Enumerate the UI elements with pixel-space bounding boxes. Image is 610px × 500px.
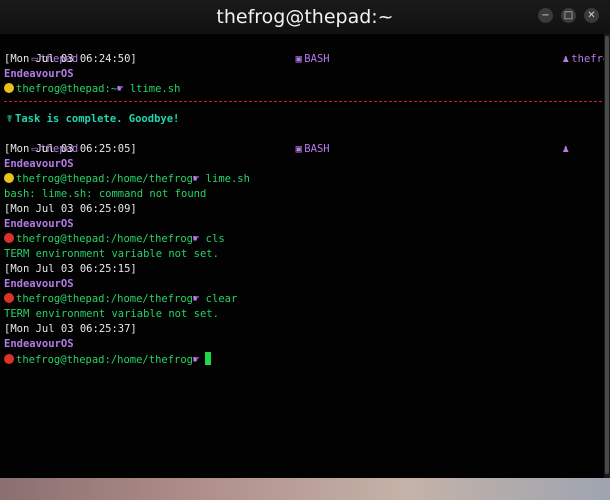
timestamp: [Mon Jul 03 06:25:05] <box>4 143 137 155</box>
command-text: cls <box>205 233 225 245</box>
smiley-icon <box>4 83 14 93</box>
timestamp: [Mon Jul 03 06:24:50] <box>4 53 137 65</box>
message-text: Task is complete. Goodbye! <box>15 113 180 125</box>
close-icon[interactable]: ✕ <box>584 8 599 23</box>
user-label: thefrog <box>571 53 604 66</box>
shell-indicator: ▣ BASH <box>268 37 330 65</box>
error-face-icon <box>4 233 14 243</box>
pointing-hand-icon: ☛ <box>117 83 130 95</box>
prompt-line: thefrog@thepad:/home/thefrog☛ lime.sh <box>4 172 250 187</box>
command-text: clear <box>205 293 238 305</box>
window-title: thefrog@thepad:~ <box>216 6 394 28</box>
user-icon: ♟ <box>562 143 569 156</box>
pointing-hand-icon: ☛ <box>193 354 200 366</box>
figure-icon: ☤ <box>6 113 13 125</box>
text-cursor[interactable] <box>205 352 212 365</box>
window-titlebar[interactable]: thefrog@thepad:~ − □ ✕ <box>0 0 610 34</box>
command-text: ltime.sh <box>129 83 181 95</box>
prompt-line[interactable]: thefrog@thepad:/home/thefrog☛ <box>4 352 212 367</box>
timestamp: [Mon Jul 03 06:25:15] <box>4 263 137 275</box>
pointing-hand-icon: ☛ <box>193 293 206 305</box>
terminal-icon: ▣ <box>295 143 302 156</box>
command-output: TERM environment variable not set. <box>4 248 219 260</box>
user-indicator: ♟thefrog <box>535 37 604 65</box>
minimize-icon[interactable]: − <box>538 8 553 23</box>
command-output: bash: lime.sh: command not found <box>4 188 207 200</box>
header-row-2: ▭ thepad <box>4 127 79 155</box>
command-text: lime.sh <box>205 173 250 185</box>
header-row: ▭ thepad <box>4 37 79 65</box>
os-label: EndeavourOS <box>4 218 74 230</box>
command-output: TERM environment variable not set. <box>4 308 219 320</box>
os-label: EndeavourOS <box>4 278 74 290</box>
terminal-area[interactable]: ▭thepad ▣BASH ♟thefrog [Mon Jul 03 06:24… <box>0 34 604 478</box>
user-indicator-2: ♟ <box>535 127 571 155</box>
maximize-icon[interactable]: □ <box>561 8 576 23</box>
prompt-text: thefrog@thepad:/home/thefrog <box>16 233 194 245</box>
desktop-background <box>0 478 610 500</box>
timestamp: [Mon Jul 03 06:25:09] <box>4 203 137 215</box>
error-face-icon <box>4 293 14 303</box>
os-label: EndeavourOS <box>4 68 74 80</box>
terminal-icon: ▣ <box>295 53 302 66</box>
separator-line <box>4 101 602 102</box>
shell-indicator-2: ▣ BASH <box>268 127 330 155</box>
scrollbar-thumb[interactable] <box>605 36 609 474</box>
smiley-icon <box>4 173 14 183</box>
pointing-hand-icon: ☛ <box>193 173 206 185</box>
prompt-line: thefrog@thepad:/home/thefrog☛ cls <box>4 232 225 247</box>
prompt-line: thefrog@thepad:/home/thefrog☛ clear <box>4 292 237 307</box>
prompt-text: thefrog@thepad:/home/thefrog <box>16 354 194 366</box>
prompt-text: thefrog@thepad:~ <box>16 83 118 95</box>
pointing-hand-icon: ☛ <box>193 233 206 245</box>
os-label: EndeavourOS <box>4 158 74 170</box>
goodbye-message: ☤ Task is complete. Goodbye! <box>4 112 179 127</box>
shell-label: BASH <box>304 143 330 156</box>
timestamp: [Mon Jul 03 06:25:37] <box>4 323 137 335</box>
prompt-text: thefrog@thepad:/home/thefrog <box>16 173 194 185</box>
shell-label: BASH <box>304 53 330 66</box>
prompt-line: thefrog@thepad:~☛ ltime.sh <box>4 82 180 97</box>
user-icon: ♟ <box>562 53 569 66</box>
os-label: EndeavourOS <box>4 338 74 350</box>
error-face-icon <box>4 354 14 364</box>
prompt-text: thefrog@thepad:/home/thefrog <box>16 293 194 305</box>
